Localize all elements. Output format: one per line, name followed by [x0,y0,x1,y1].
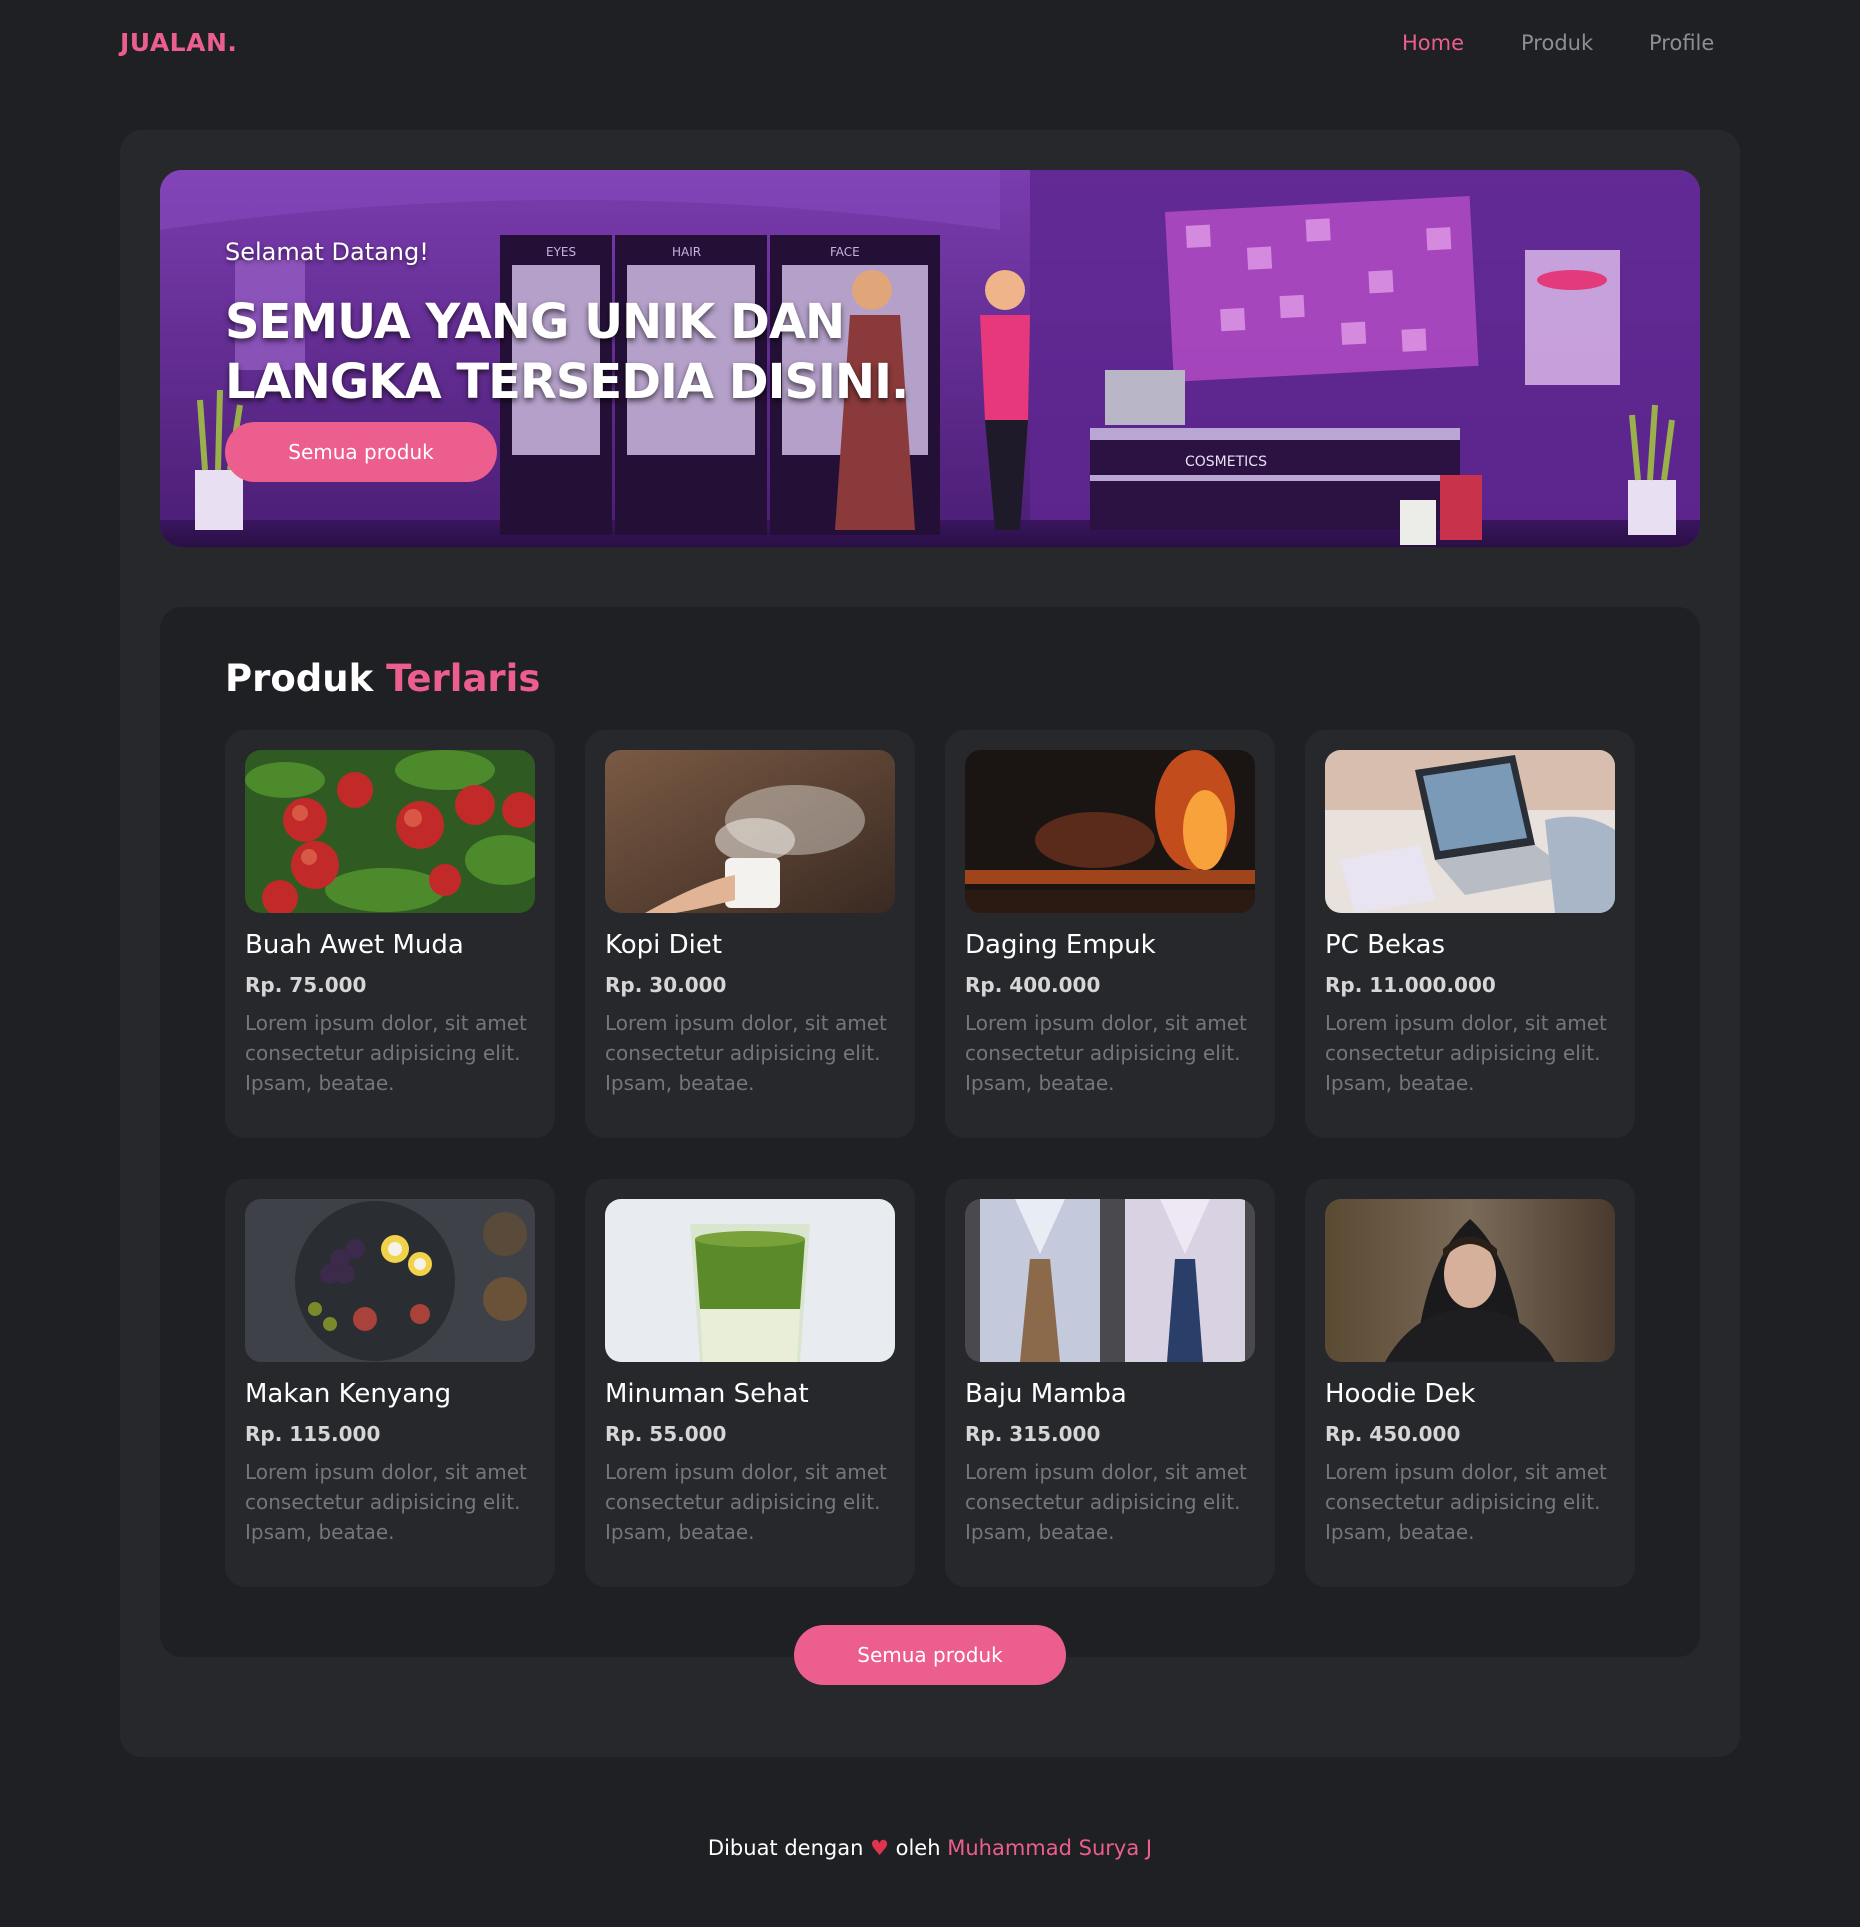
footer-prefix: Dibuat dengan [707,1836,864,1860]
product-image [1325,750,1615,913]
nav-link-home[interactable]: Home [1402,31,1464,55]
hoodie-man-photo [1325,1199,1615,1362]
logo[interactable]: JUALAN. [120,28,237,57]
coffee-cup-photo [605,750,895,913]
product-image [965,1199,1255,1362]
product-name: Minuman Sehat [605,1379,809,1409]
product-description: Lorem ipsum dolor, sit amet consectetur … [1325,1460,1607,1544]
product-price: Rp. 450.000 [1325,1422,1461,1446]
product-name: Baju Mamba [965,1379,1127,1409]
apples-photo [245,750,535,913]
product-card[interactable]: PC Bekas Rp. 11.000.000 Lorem ipsum dolo… [1305,730,1635,1138]
section-title: Produk Terlaris [225,657,540,700]
product-description: Lorem ipsum dolor, sit amet consectetur … [965,1011,1247,1095]
product-description: Lorem ipsum dolor, sit amet consectetur … [605,1460,887,1544]
product-image [605,1199,895,1362]
matcha-drink-photo [605,1199,895,1362]
hero-greeting: Selamat Datang! [225,238,429,266]
product-name: Makan Kenyang [245,1379,452,1409]
product-image [605,750,895,913]
product-name: Hoodie Dek [1325,1379,1476,1409]
product-description: Lorem ipsum dolor, sit amet consectetur … [245,1460,527,1544]
product-name: PC Bekas [1325,930,1446,960]
product-card[interactable]: Kopi Diet Rp. 30.000 Lorem ipsum dolor, … [585,730,915,1138]
shelf-label-hair: HAIR [672,245,701,259]
product-card[interactable]: Baju Mamba Rp. 315.000 Lorem ipsum dolor… [945,1179,1275,1587]
navbar: JUALAN. Home Produk Profile [0,0,1860,90]
hero-title: SEMUA YANG UNIK DAN LANGKA TERSEDIA DISI… [225,294,909,410]
food-platter-photo [245,1199,535,1362]
product-price: Rp. 11.000.000 [1325,973,1496,997]
laptop-photo [1325,750,1615,913]
product-card[interactable]: Buah Awet Muda Rp. 75.000 Lorem ipsum do… [225,730,555,1138]
product-card[interactable]: Minuman Sehat Rp. 55.000 Lorem ipsum dol… [585,1179,915,1587]
section-title-accent: Terlaris [386,657,541,700]
shelf-label-eyes: EYES [546,245,576,259]
author-link[interactable]: Muhammad Surya J [947,1836,1152,1860]
best-seller-section: Produk Terlaris Buah Awet Muda Rp. 75.00… [160,607,1700,1685]
grilled-meat-photo [965,750,1255,913]
product-price: Rp. 30.000 [605,973,727,997]
section-title-main: Produk [225,657,374,700]
hero-all-products-button[interactable]: Semua produk [225,422,497,482]
nav-link-produk[interactable]: Produk [1521,31,1593,55]
product-image [1325,1199,1615,1362]
product-price: Rp. 400.000 [965,973,1101,997]
all-products-button[interactable]: Semua produk [794,1625,1066,1685]
product-name: Daging Empuk [965,930,1156,960]
nav-link-profile[interactable]: Profile [1649,31,1714,55]
product-name: Buah Awet Muda [245,930,464,960]
product-card[interactable]: Hoodie Dek Rp. 450.000 Lorem ipsum dolor… [1305,1179,1635,1587]
counter-label: COSMETICS [1185,454,1267,470]
product-price: Rp. 315.000 [965,1422,1101,1446]
product-description: Lorem ipsum dolor, sit amet consectetur … [605,1011,887,1095]
product-description: Lorem ipsum dolor, sit amet consectetur … [965,1460,1247,1544]
product-description: Lorem ipsum dolor, sit amet consectetur … [245,1011,527,1095]
footer: Dibuat dengan ♥ oleh Muhammad Surya J [0,1836,1860,1860]
footer-middle: oleh [895,1836,941,1860]
product-name: Kopi Diet [605,930,723,960]
product-card[interactable]: Makan Kenyang Rp. 115.000 Lorem ipsum do… [225,1179,555,1587]
heart-icon: ♥ [870,1836,889,1860]
product-image [965,750,1255,913]
product-image [245,1199,535,1362]
shelf-label-face: FACE [830,245,860,259]
product-price: Rp. 115.000 [245,1422,381,1446]
product-price: Rp. 55.000 [605,1422,727,1446]
shirts-photo [965,1199,1255,1362]
product-price: Rp. 75.000 [245,973,367,997]
product-description: Lorem ipsum dolor, sit amet consectetur … [1325,1011,1607,1095]
product-image [245,750,535,913]
product-card[interactable]: Daging Empuk Rp. 400.000 Lorem ipsum dol… [945,730,1275,1138]
hero-banner: EYES HAIR FACE COSMETICS Selamat Datang!… [160,170,1700,547]
